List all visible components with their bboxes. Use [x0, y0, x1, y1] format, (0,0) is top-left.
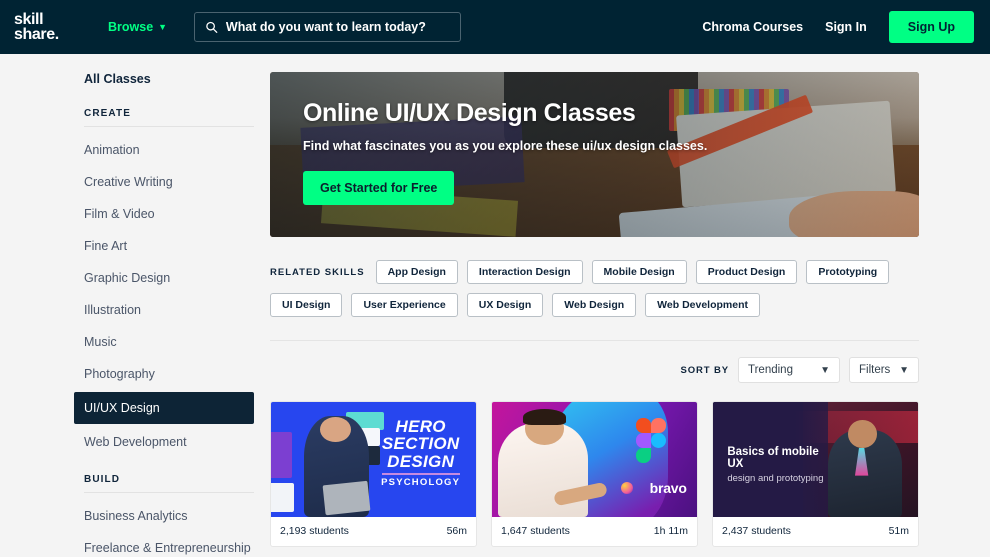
hero-content: Online UI/UX Design Classes Find what fa…	[270, 72, 919, 205]
thumb-person-hair	[522, 408, 566, 425]
sidebar-item-graphic-design[interactable]: Graphic Design	[0, 262, 270, 294]
search-bar[interactable]	[194, 12, 462, 42]
sidebar-item-freelance-entrepreneurship[interactable]: Freelance & Entrepreneurship	[0, 532, 270, 557]
chevron-down-icon: ▼	[158, 21, 168, 32]
sort-by-select[interactable]: Trending ▼	[738, 357, 840, 383]
thumb-title-line-2: SECTION	[381, 434, 460, 454]
skill-tag-product-design[interactable]: Product Design	[695, 260, 798, 284]
chroma-courses-link[interactable]: Chroma Courses	[702, 20, 803, 34]
skill-tag-ux-design[interactable]: UX Design	[466, 293, 544, 317]
course-card-footer: 2,437 students 51m	[713, 517, 918, 546]
sidebar-item-illustration[interactable]: Illustration	[0, 294, 270, 326]
filters-label: Filters	[859, 364, 891, 376]
thumb-brand-bravo: bravo	[649, 480, 687, 497]
thumb-laptop	[322, 480, 371, 515]
logo-line-1: skill	[14, 11, 44, 28]
thumb-title-line-3: DESIGN	[387, 451, 455, 471]
hero-subtitle: Find what fascinates you as you explore …	[303, 139, 708, 153]
sort-by-label: SORT BY	[680, 364, 729, 376]
course-card-grid: HERO SECTION DESIGN PSYCHOLOGY 2,193 stu…	[270, 401, 919, 547]
skill-tag-web-development[interactable]: Web Development	[645, 293, 760, 317]
get-started-button[interactable]: Get Started for Free	[303, 171, 455, 205]
skill-tag-ui-design[interactable]: UI Design	[270, 293, 343, 317]
thumb-title-block: Basics of mobile UX design and prototypi…	[727, 446, 834, 484]
sidebar-divider	[84, 126, 254, 127]
skill-tag-app-design[interactable]: App Design	[375, 260, 458, 284]
main-content: Online UI/UX Design Classes Find what fa…	[270, 54, 990, 557]
header-actions: Chroma Courses Sign In Sign Up	[702, 11, 974, 43]
thumb-side-panel	[271, 431, 292, 478]
skill-tag-web-design[interactable]: Web Design	[552, 293, 637, 317]
page-body: All Classes CREATE Animation Creative Wr…	[0, 54, 990, 557]
thumb-title: Basics of mobile UX	[727, 445, 819, 470]
thumb-title-line-1: HERO	[395, 417, 446, 437]
sidebar-item-photography[interactable]: Photography	[0, 358, 270, 390]
browse-menu[interactable]: Browse ▼	[108, 20, 167, 34]
sign-in-link[interactable]: Sign In	[825, 20, 867, 34]
course-duration: 51m	[888, 525, 909, 537]
course-duration: 56m	[446, 525, 467, 537]
skill-tag-user-experience[interactable]: User Experience	[351, 293, 458, 317]
course-thumbnail[interactable]: bravo	[492, 402, 697, 517]
thumb-side-panel-2	[271, 482, 294, 513]
sidebar-item-ui-ux-design[interactable]: UI/UX Design	[74, 392, 254, 424]
sidebar-item-music[interactable]: Music	[0, 326, 270, 358]
skill-tag-mobile-design[interactable]: Mobile Design	[591, 260, 687, 284]
related-skills: RELATED SKILLS App Design Interaction De…	[270, 260, 919, 317]
course-card-footer: 2,193 students 56m	[271, 517, 476, 546]
sidebar-item-animation[interactable]: Animation	[0, 134, 270, 166]
related-skills-label: RELATED SKILLS	[270, 266, 365, 278]
chevron-down-icon: ▼	[899, 364, 909, 376]
thumb-title-block: HERO SECTION DESIGN PSYCHOLOGY	[374, 418, 468, 488]
section-divider	[270, 340, 919, 341]
course-thumbnail[interactable]: HERO SECTION DESIGN PSYCHOLOGY	[271, 402, 476, 517]
hero-banner: Online UI/UX Design Classes Find what fa…	[270, 72, 919, 237]
course-card-footer: 1,647 students 1h 11m	[492, 517, 697, 546]
sidebar-item-business-analytics[interactable]: Business Analytics	[0, 500, 270, 532]
sort-by-value: Trending	[748, 364, 793, 376]
skill-tag-interaction-design[interactable]: Interaction Design	[466, 260, 583, 284]
course-thumbnail[interactable]: Basics of mobile UX design and prototypi…	[713, 402, 918, 517]
sidebar-item-film-video[interactable]: Film & Video	[0, 198, 270, 230]
category-sidebar: All Classes CREATE Animation Creative Wr…	[0, 54, 270, 557]
sidebar-heading-build: BUILD	[84, 474, 121, 485]
thumb-title-line-4: PSYCHOLOGY	[381, 477, 461, 489]
site-header: skill share. Browse ▼ Chroma Courses Sig…	[0, 0, 990, 54]
sign-up-button[interactable]: Sign Up	[888, 11, 974, 43]
sidebar-divider	[84, 492, 254, 493]
figma-logo-icon	[636, 418, 667, 464]
sidebar-item-web-development[interactable]: Web Development	[0, 426, 270, 458]
sort-filter-bar: SORT BY Trending ▼ Filters ▼	[270, 357, 919, 383]
logo-line-2: share.	[14, 26, 59, 43]
student-count: 2,437 students	[722, 525, 791, 537]
sidebar-section-build: BUILD Business Analytics Freelance & Ent…	[0, 474, 270, 557]
browse-label: Browse	[108, 20, 154, 34]
sidebar-section-create: CREATE Animation Creative Writing Film &…	[0, 108, 270, 458]
thumb-subtitle: design and prototyping	[727, 472, 824, 484]
sidebar-item-creative-writing[interactable]: Creative Writing	[0, 166, 270, 198]
course-card[interactable]: bravo 1,647 students 1h 11m	[491, 401, 698, 547]
sidebar-item-all-classes[interactable]: All Classes	[0, 72, 270, 86]
thumb-person-head	[848, 420, 877, 448]
sidebar-heading-create: CREATE	[84, 108, 131, 119]
thumb-underline	[381, 473, 460, 476]
student-count: 1,647 students	[501, 525, 570, 537]
course-card[interactable]: Basics of mobile UX design and prototypi…	[712, 401, 919, 547]
chevron-down-icon: ▼	[820, 364, 830, 376]
skill-tag-prototyping[interactable]: Prototyping	[806, 260, 890, 284]
course-card[interactable]: HERO SECTION DESIGN PSYCHOLOGY 2,193 stu…	[270, 401, 477, 547]
thumb-person-head	[320, 416, 351, 443]
course-duration: 1h 11m	[653, 525, 688, 537]
sidebar-item-fine-art[interactable]: Fine Art	[0, 230, 270, 262]
hero-title: Online UI/UX Design Classes	[303, 99, 636, 127]
student-count: 2,193 students	[280, 525, 349, 537]
skillshare-logo[interactable]: skill share.	[14, 11, 86, 43]
search-icon	[206, 21, 218, 33]
filters-select[interactable]: Filters ▼	[849, 357, 919, 383]
search-input[interactable]	[225, 20, 451, 34]
